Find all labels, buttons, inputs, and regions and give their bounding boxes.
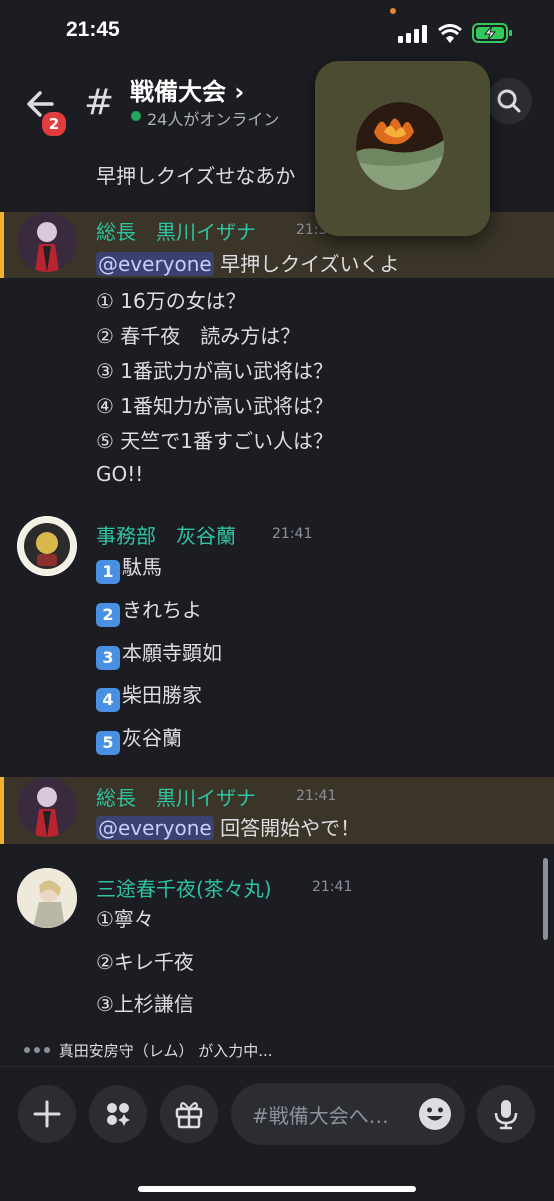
pip-avatar [356,102,444,190]
message-line: 3 本願寺顕如 [96,637,222,670]
message-text: 回答開始やで！ [220,816,361,840]
everyone-mention[interactable]: @everyone [96,252,214,276]
status-bar: 21:45 [0,0,554,64]
typing-dot [34,1047,40,1053]
message-text: 早押しクイズいくよ [220,252,400,276]
typing-dot [44,1047,50,1053]
message-time: 21:41 [272,526,313,542]
avatar[interactable] [17,777,77,837]
everyone-mention[interactable]: @everyone [96,816,214,840]
message-time: 21:41 [296,788,337,804]
add-attachment-button[interactable] [18,1085,76,1143]
typing-indicator: 真田安房守（レム） が入力中... [24,1040,273,1061]
avatar[interactable] [17,212,77,272]
keycap-emoji: 3 [96,646,120,670]
voice-message-button[interactable] [477,1085,535,1143]
message-line: @everyone 回答開始やで！ [96,812,360,841]
message-line: @everyone 早押しクイズいくよ [96,248,400,277]
typing-text: 真田安房守（レム） が入力中... [58,1042,273,1060]
mic-icon [494,1100,518,1130]
plus-icon [33,1100,61,1128]
message-line: 5 灰谷蘭 [96,722,182,755]
avatar[interactable] [17,516,77,576]
search-icon [497,89,521,113]
avatar[interactable] [17,868,77,928]
signal-icon [398,25,427,43]
message-text: きれちよ [122,598,202,622]
message-author[interactable]: 総長 黒川イザナ [96,782,256,811]
message-line: 2 きれちよ [96,594,202,627]
keycap-emoji: 4 [96,688,120,712]
gift-icon [175,1102,203,1129]
wifi-icon [438,24,462,43]
keycap-emoji: 5 [96,731,120,755]
message-line: GO!! [96,462,144,486]
online-status-dot [131,111,141,121]
emoji-icon[interactable] [418,1097,452,1131]
channel-name[interactable]: 戦備大会 › [130,72,244,107]
message-author[interactable]: 事務部 灰谷蘭 [96,520,236,549]
mention-highlight-bar [0,212,4,278]
privacy-indicator [390,8,396,14]
scrollbar[interactable] [543,858,548,940]
home-indicator[interactable] [138,1186,416,1192]
message-author[interactable]: 三途春千夜(茶々丸) [96,873,272,902]
message-text: 本願寺顕如 [122,641,222,665]
status-time: 21:45 [66,18,120,41]
message-line: ③ 1番武力が高い武将は？ [96,359,334,383]
gift-button[interactable] [160,1085,218,1143]
message-text: 灰谷蘭 [122,726,182,750]
message-text: 柴田勝家 [122,683,202,707]
message-input-placeholder: #戦備大会へ… [252,1104,389,1128]
online-count: 24人がオンライン [147,110,280,129]
message-time: 21:41 [312,879,353,895]
message-line: ② 春千夜 読み方は？ [96,324,301,348]
message-line: 4 柴田勝家 [96,679,202,712]
battery-charging-icon [472,23,512,43]
message-line: ①寧々 [96,907,154,931]
message-line: ④ 1番知力が高い武将は？ [96,394,334,418]
keycap-emoji: 1 [96,560,120,584]
message-text: 駄馬 [122,555,162,579]
message-line: ③上杉謙信 [96,992,194,1016]
message-text: 早押しクイズせなあか [96,164,296,188]
unread-badge: 2 [40,110,68,138]
message-line: 1 駄馬 [96,551,162,584]
message-author[interactable]: 総長 黒川イザナ [96,216,256,245]
message-line: ⑤ 天竺で1番すごい人は？ [96,429,334,453]
message-line: ②キレ千夜 [96,950,194,974]
video-pip-window[interactable] [315,61,490,236]
search-button[interactable] [486,78,532,124]
typing-dot [24,1047,30,1053]
hash-icon: # [84,82,115,123]
mention-highlight-bar [0,777,4,844]
apps-icon [107,1103,130,1126]
apps-button[interactable] [89,1085,147,1143]
message-line: ① 16万の女は？ [96,289,246,313]
keycap-emoji: 2 [96,603,120,627]
